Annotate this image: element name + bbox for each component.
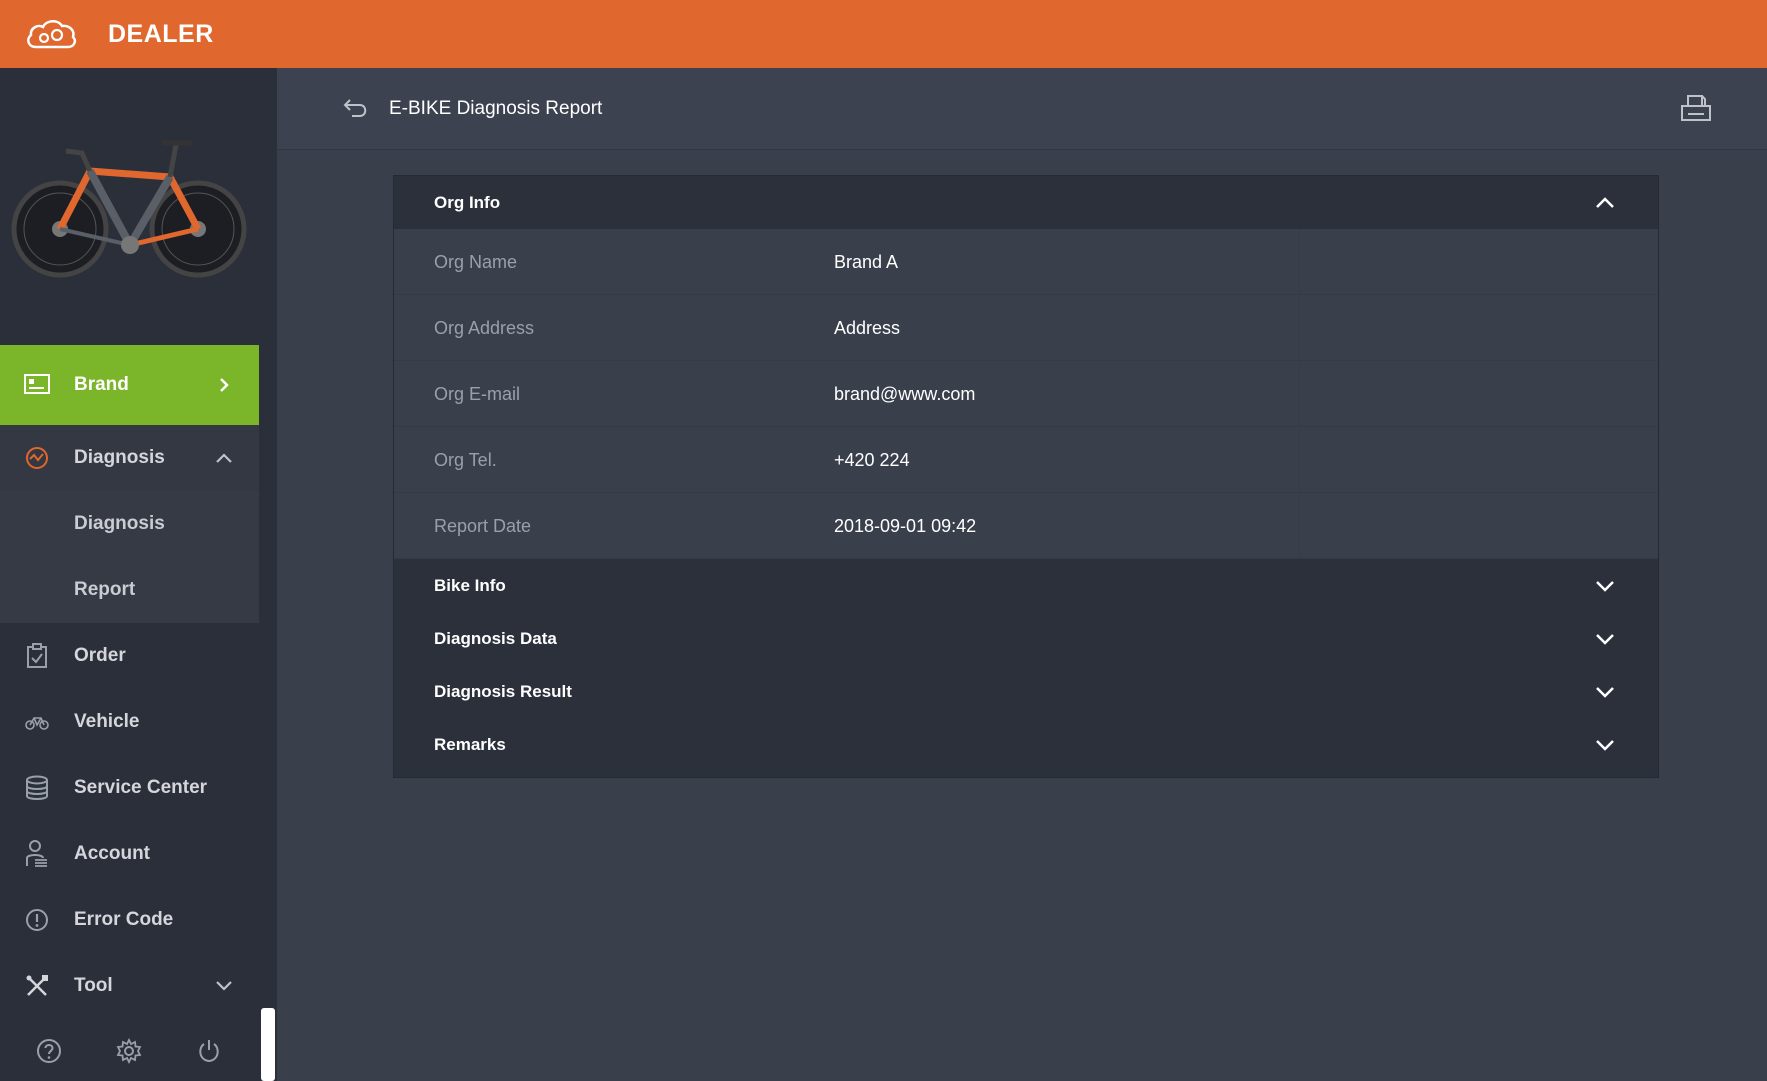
main-content: E-BIKE Diagnosis Report Org Info Org Nam… (277, 68, 1767, 1081)
section-header-diagnosis-result[interactable]: Diagnosis Result (394, 665, 1658, 718)
info-row: Org Address Address (394, 295, 1658, 361)
page-title: E-BIKE Diagnosis Report (389, 98, 603, 119)
database-icon (24, 775, 50, 801)
section-title: Diagnosis Result (434, 681, 572, 701)
app-title: DEALER (108, 19, 214, 48)
row-value: 2018-09-01 09:42 (834, 516, 977, 536)
bicycle-icon (24, 709, 50, 735)
info-row: Report Date 2018-09-01 09:42 (394, 493, 1658, 559)
column-divider (1299, 493, 1300, 559)
chevron-down-icon (1594, 734, 1616, 756)
scrollbar-thumb[interactable] (261, 1008, 275, 1081)
back-arrow-icon[interactable] (342, 96, 370, 120)
chevron-down-icon (215, 977, 233, 995)
bike-image (0, 68, 259, 345)
sidebar-item-label: Tool (74, 975, 113, 996)
section-title: Bike Info (434, 575, 506, 595)
row-value: Address (834, 318, 901, 338)
row-label: Org Tel. (434, 450, 497, 470)
sidebar-item-brand[interactable]: Brand (0, 345, 259, 425)
sidebar-item-diagnosis[interactable]: Diagnosis (0, 425, 259, 491)
row-value: +420 224 (834, 450, 910, 470)
section-header-bike-info[interactable]: Bike Info (394, 559, 1658, 612)
section-header-diagnosis-data[interactable]: Diagnosis Data (394, 612, 1658, 665)
sidebar-item-order[interactable]: Order (0, 623, 259, 689)
page-header: E-BIKE Diagnosis Report (277, 68, 1767, 150)
sidebar: Brand Diagnosis Diagnosis Report Order V… (0, 68, 259, 1081)
sidebar-subitem-label: Report (74, 579, 136, 600)
sidebar-subitem-diagnosis[interactable]: Diagnosis (0, 491, 259, 557)
sidebar-item-error-code[interactable]: Error Code (0, 887, 259, 953)
column-divider (1299, 295, 1300, 361)
info-row: Org E-mail brand@www.com (394, 361, 1658, 427)
row-label: Org Address (434, 318, 535, 338)
section-title: Diagnosis Data (434, 628, 557, 648)
clipboard-icon (24, 643, 50, 669)
sidebar-footer (0, 1026, 259, 1081)
sidebar-item-service-center[interactable]: Service Center (0, 755, 259, 821)
info-row: Org Name Brand A (394, 229, 1658, 295)
sidebar-item-label: Order (74, 645, 126, 666)
sidebar-scrollbar[interactable] (259, 68, 277, 1081)
sidebar-item-label: Vehicle (74, 711, 140, 732)
brand-icon (24, 372, 50, 398)
chevron-down-icon (1594, 681, 1616, 703)
chevron-down-icon (1594, 628, 1616, 650)
power-icon[interactable] (194, 1036, 224, 1066)
sidebar-subitem-label: Diagnosis (74, 513, 165, 534)
report-panel: Org Info Org Name Brand A Org Address Ad… (393, 175, 1659, 778)
cloud-logo-icon[interactable] (22, 14, 80, 54)
sidebar-item-account[interactable]: Account (0, 821, 259, 887)
chevron-right-icon (215, 376, 233, 394)
column-divider (1299, 229, 1300, 295)
print-icon[interactable] (1679, 92, 1713, 126)
section-title: Org Info (434, 192, 501, 212)
sidebar-item-label: Brand (74, 374, 129, 395)
alert-icon (24, 907, 50, 933)
section-header-remarks[interactable]: Remarks (394, 718, 1658, 771)
chevron-up-icon (215, 449, 233, 467)
help-icon[interactable] (34, 1036, 64, 1066)
settings-icon[interactable] (114, 1036, 144, 1066)
tool-icon (24, 973, 50, 999)
column-divider (1299, 361, 1300, 427)
user-icon (24, 840, 50, 867)
sidebar-item-label: Service Center (74, 777, 208, 798)
chevron-down-icon (1594, 575, 1616, 597)
row-label: Org Name (434, 252, 518, 272)
info-row: Org Tel. +420 224 (394, 427, 1658, 493)
row-label: Report Date (434, 516, 532, 536)
sidebar-item-label: Diagnosis (74, 447, 165, 468)
row-value: brand@www.com (834, 384, 976, 404)
top-bar: DEALER (0, 0, 1767, 68)
section-title: Remarks (434, 734, 506, 754)
sidebar-item-label: Error Code (74, 909, 174, 930)
sidebar-item-tool[interactable]: Tool (0, 953, 259, 1019)
sidebar-item-label: Account (74, 843, 150, 864)
column-divider (1299, 427, 1300, 493)
chevron-up-icon (1594, 192, 1616, 214)
section-header-org-info[interactable]: Org Info (394, 176, 1658, 229)
diagnosis-icon (24, 445, 50, 471)
row-value: Brand A (834, 252, 899, 272)
sidebar-item-vehicle[interactable]: Vehicle (0, 689, 259, 755)
row-label: Org E-mail (434, 384, 521, 404)
sidebar-subitem-report[interactable]: Report (0, 557, 259, 623)
